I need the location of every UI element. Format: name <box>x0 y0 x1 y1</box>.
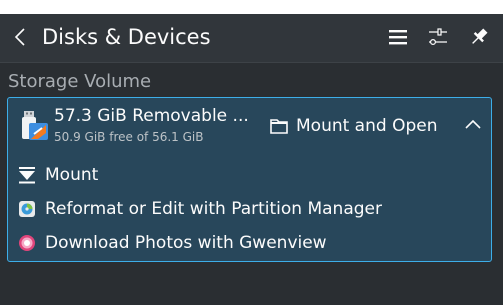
chevron-up-icon <box>465 119 481 129</box>
configure-button[interactable] <box>427 26 449 48</box>
gwenview-icon <box>19 235 35 251</box>
mount-and-open-label: Mount and Open <box>296 116 438 136</box>
folder-icon <box>270 119 288 134</box>
gwenview-label: Download Photos with Gwenview <box>45 233 327 253</box>
mount-and-open-button[interactable]: Mount and Open <box>270 113 437 139</box>
mount-icon <box>19 167 35 184</box>
back-button[interactable] <box>10 25 30 49</box>
section-title: Storage Volume <box>8 71 152 92</box>
mount-action-label: Mount <box>45 165 99 185</box>
partition-manager-icon <box>19 201 35 217</box>
chevron-left-icon <box>14 28 25 46</box>
pin-button[interactable] <box>468 26 490 48</box>
gwenview-action[interactable]: Download Photos with Gwenview <box>18 230 327 256</box>
settings-sliders-icon <box>429 28 447 46</box>
device-card[interactable]: 57.3 GiB Removable ... 50.9 GiB free of … <box>7 97 492 262</box>
page-title: Disks & Devices <box>42 25 211 49</box>
disks-devices-panel: Disks & Devices Storage Volume 57.3 GiB … <box>0 14 503 305</box>
mount-action[interactable]: Mount <box>18 162 98 188</box>
pin-icon <box>472 28 488 44</box>
collapse-button[interactable] <box>462 113 484 135</box>
device-free-space: 50.9 GiB free of 56.1 GiB <box>54 130 204 144</box>
device-name: 57.3 GiB Removable ... <box>54 106 249 126</box>
partition-manager-label: Reformat or Edit with Partition Manager <box>45 199 382 219</box>
panel-header: Disks & Devices <box>0 14 503 63</box>
partition-manager-action[interactable]: Reformat or Edit with Partition Manager <box>18 196 382 222</box>
hamburger-menu-icon <box>389 30 407 45</box>
usb-drive-icon <box>22 111 50 141</box>
menu-button[interactable] <box>387 26 409 48</box>
